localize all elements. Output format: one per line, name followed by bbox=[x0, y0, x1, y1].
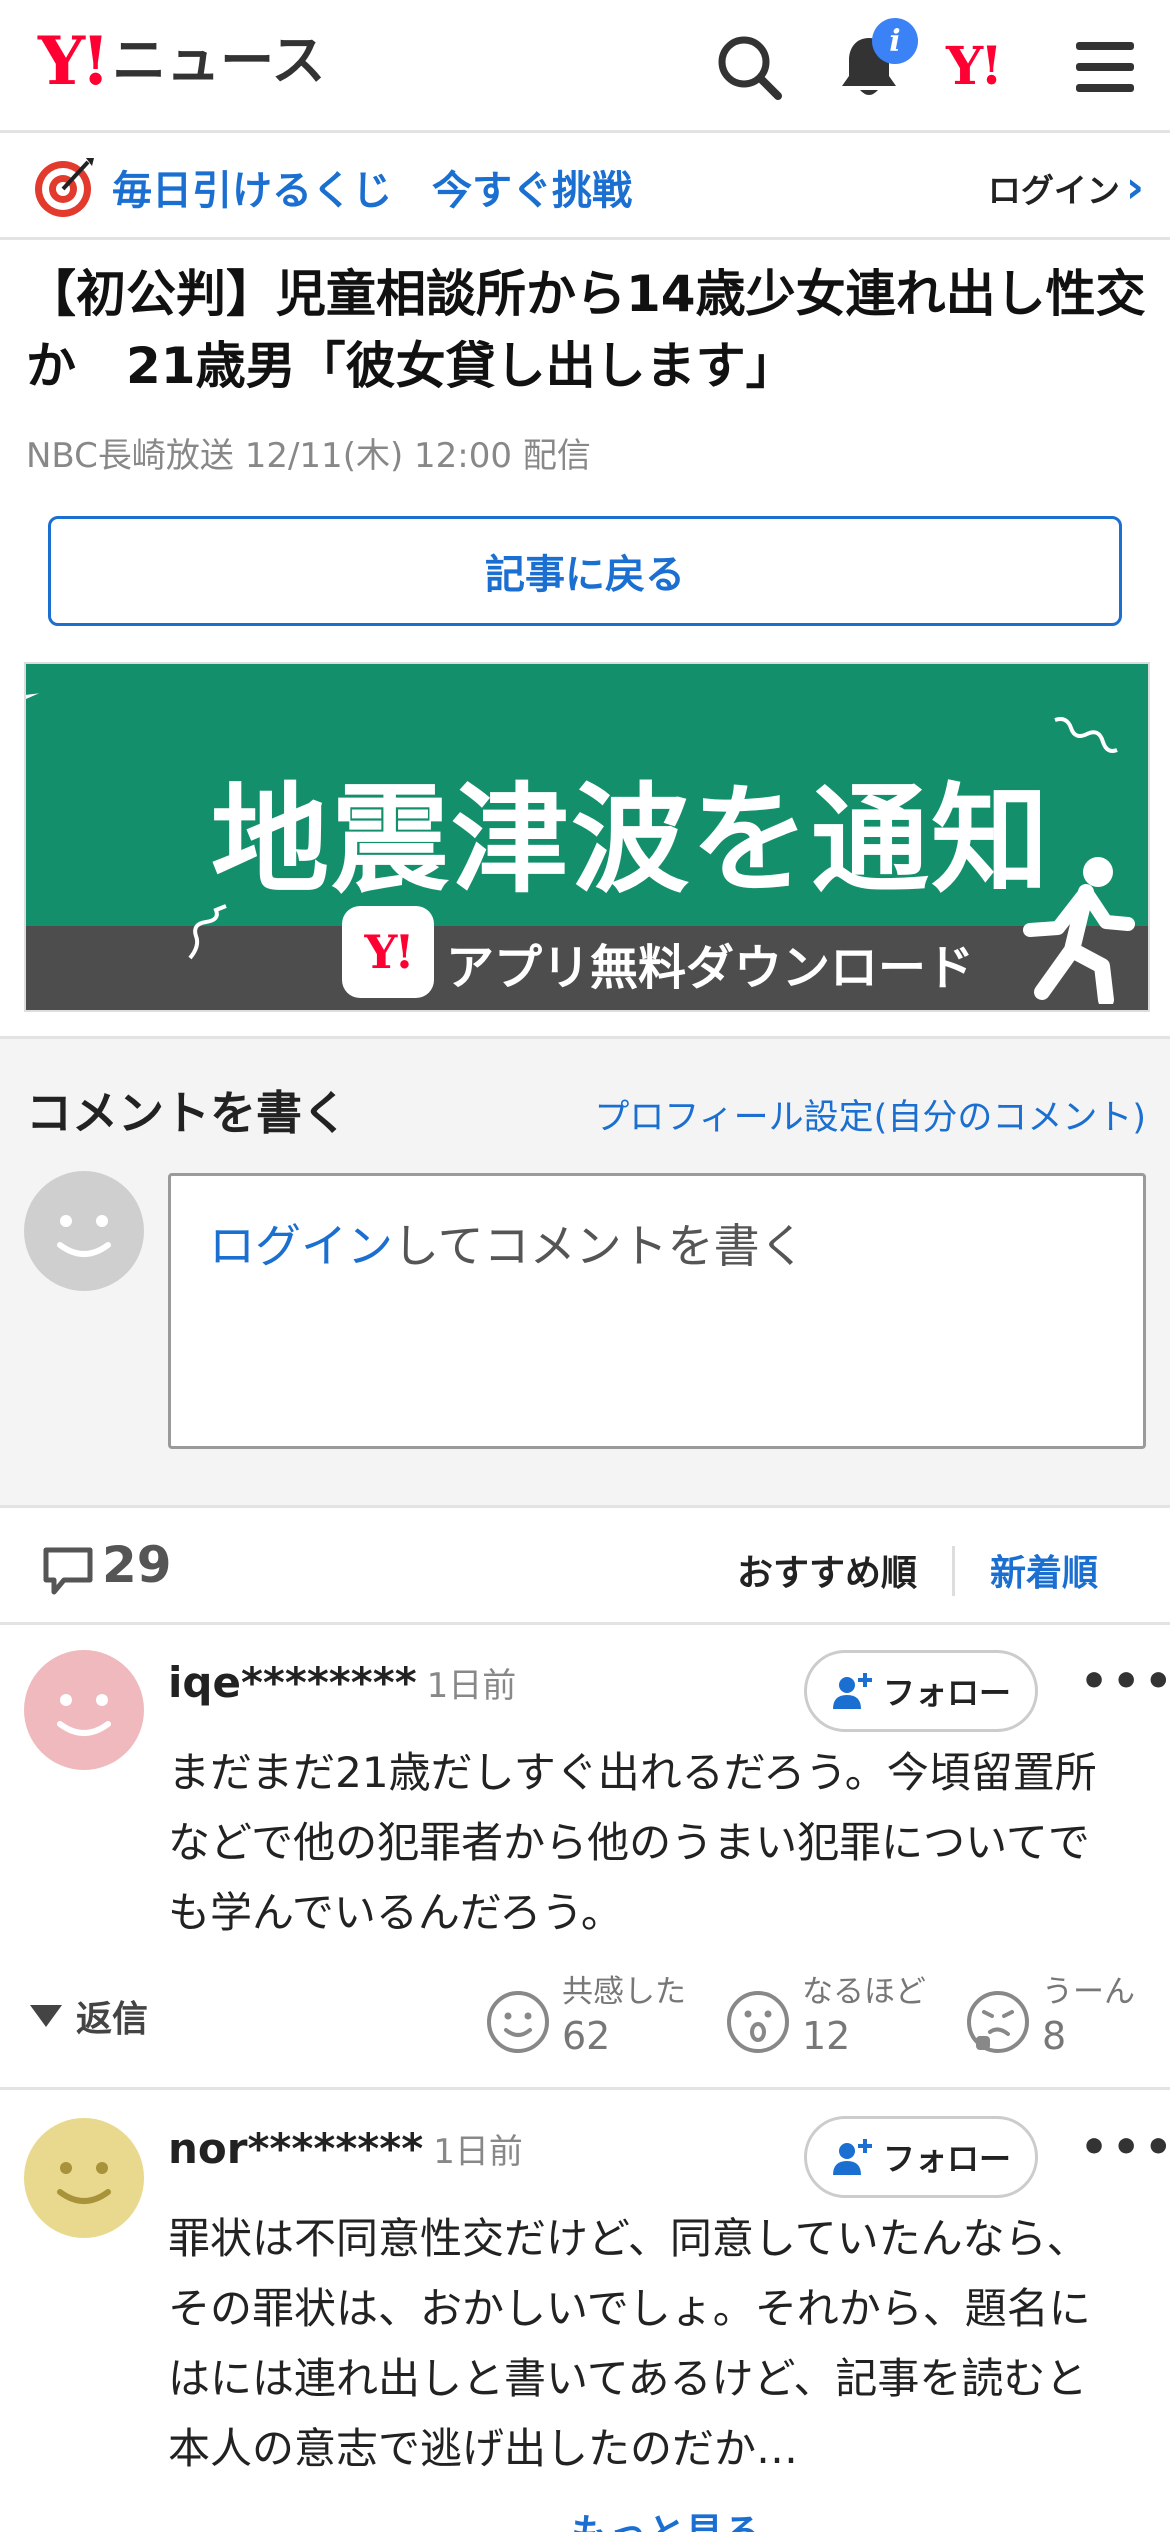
article-title: 【初公判】児童相談所から14歳少女連れ出し性交か 21歳男「彼女貸し出します」 bbox=[26, 265, 1146, 395]
smile-face-icon bbox=[487, 1991, 549, 2053]
comment-input[interactable]: ログインしてコメントを書く bbox=[168, 1173, 1146, 1449]
header: Y! ニュース i Y! bbox=[0, 0, 1170, 133]
comment-item: iqe******** 1日前 フォロー ••• まだまだ21歳だしすぐ出れるだろ… bbox=[0, 1628, 1170, 2090]
reaction-count: 8 bbox=[1042, 2014, 1067, 2058]
yahoo-news-logo[interactable]: Y! ニュース bbox=[38, 28, 325, 94]
empathy-reaction-button[interactable]: 共感した 62 bbox=[484, 1972, 686, 2060]
comment-bubble-icon bbox=[43, 1547, 93, 1595]
comment-user[interactable]: nor******** 1日前 bbox=[168, 2124, 523, 2173]
comment-text: まだまだ21歳だしすぐ出れるだろう。今頃留置所などで他の犯罪者から他のうまい犯罪… bbox=[168, 1748, 1097, 1937]
add-user-icon bbox=[832, 2139, 872, 2175]
earthquake-alert-banner[interactable]: 地震津波を通知 Y! アプリ無料ダウンロード bbox=[24, 662, 1150, 1012]
write-comment-heading: コメントを書く bbox=[26, 1086, 348, 1140]
more-options-icon[interactable]: ••• bbox=[1080, 1656, 1170, 1707]
reply-toggle[interactable]: 返信 bbox=[30, 1990, 148, 2042]
running-person-icon bbox=[1023, 857, 1135, 1004]
logo-text: ニュース bbox=[112, 29, 326, 92]
profile-settings-link[interactable]: プロフィール設定(自分のコメント) bbox=[594, 1089, 1146, 1140]
shake-line-icon bbox=[1054, 717, 1118, 753]
comment-form-section: コメントを書く プロフィール設定(自分のコメント) ログインしてコメントを書く bbox=[0, 1036, 1170, 1508]
reaction-label: なるほど bbox=[802, 1974, 926, 2010]
reaction-label: うーん bbox=[1042, 1974, 1135, 2010]
menu-icon[interactable] bbox=[1068, 30, 1142, 104]
reaction-count: 12 bbox=[802, 2014, 851, 2058]
comment-time: 1日前 bbox=[426, 1666, 517, 1706]
login-link[interactable]: ログイン › bbox=[988, 164, 1144, 212]
follow-button[interactable]: フォロー bbox=[804, 1650, 1038, 1732]
article-meta: NBC長崎放送 12/11(木) 12:00 配信 bbox=[26, 436, 591, 476]
comment-input-prompt[interactable]: ログインしてコメントを書く bbox=[209, 1210, 806, 1276]
more-options-icon[interactable]: ••• bbox=[1080, 2122, 1170, 2173]
triangle-down-icon bbox=[30, 2005, 62, 2027]
yahoo-logo[interactable]: Y! bbox=[946, 36, 1003, 97]
follow-button[interactable]: フォロー bbox=[804, 2116, 1038, 2198]
yahoo-app-icon: Y! bbox=[342, 906, 434, 998]
login-label: ログイン bbox=[987, 171, 1120, 210]
login-link[interactable]: ログイン bbox=[209, 1219, 393, 1273]
add-user-icon bbox=[832, 1673, 872, 1709]
show-more-link[interactable]: — もっと見る bbox=[520, 2502, 761, 2532]
follow-label: フォロー bbox=[882, 1674, 1011, 1712]
divider bbox=[952, 1546, 955, 1596]
thinking-face-icon bbox=[967, 1991, 1029, 2053]
sort-recommended-tab[interactable]: おすすめ順 bbox=[737, 1544, 917, 1596]
comment-item: nor******** 1日前 フォロー ••• 罪状は不同意性交だけど、同意して… bbox=[0, 2094, 1170, 2532]
comment-user[interactable]: iqe******** 1日前 bbox=[168, 1658, 516, 1707]
search-icon[interactable] bbox=[712, 30, 786, 104]
insight-reaction-button[interactable]: なるほど 12 bbox=[724, 1972, 926, 2060]
chevron-right-icon: › bbox=[1125, 162, 1144, 213]
banner-subtitle: アプリ無料ダウンロード bbox=[446, 940, 975, 996]
lottery-promo[interactable]: 毎日引けるくじ 今すぐ挑戦 ログイン › bbox=[0, 136, 1170, 240]
hmm-reaction-button[interactable]: うーん 8 bbox=[964, 1972, 1135, 2060]
follow-label: フォロー bbox=[882, 2140, 1011, 2178]
avatar bbox=[24, 1171, 144, 1291]
bell-icon[interactable]: i bbox=[832, 18, 918, 104]
comments-toolbar: 29 おすすめ順 新着順 bbox=[0, 1510, 1170, 1625]
reaction-count: 62 bbox=[562, 2014, 611, 2058]
username[interactable]: nor******** bbox=[168, 2124, 423, 2173]
avatar[interactable] bbox=[24, 1650, 144, 1770]
username[interactable]: iqe******** bbox=[168, 1658, 417, 1707]
promo-text[interactable]: 毎日引けるくじ 今すぐ挑戦 bbox=[112, 158, 632, 216]
banner-headline: 地震津波を通知 bbox=[211, 771, 1052, 909]
comment-text: 罪状は不同意性交だけど、同意していたんなら、その罪状は、おかしいでしょ。それから… bbox=[168, 2214, 1091, 2473]
surprised-face-icon bbox=[727, 1991, 789, 2053]
reaction-label: 共感した bbox=[562, 1974, 686, 2010]
reply-label: 返信 bbox=[76, 1999, 149, 2040]
notification-badge: i bbox=[872, 18, 918, 64]
sort-newest-tab[interactable]: 新着順 bbox=[990, 1544, 1098, 1596]
back-to-article-button[interactable]: 記事に戻る bbox=[48, 516, 1122, 626]
comment-time: 1日前 bbox=[433, 2132, 523, 2172]
target-icon bbox=[30, 154, 96, 220]
avatar[interactable] bbox=[24, 2118, 144, 2238]
logo-mark: Y! bbox=[38, 22, 110, 100]
comment-count: 29 bbox=[102, 1536, 172, 1594]
